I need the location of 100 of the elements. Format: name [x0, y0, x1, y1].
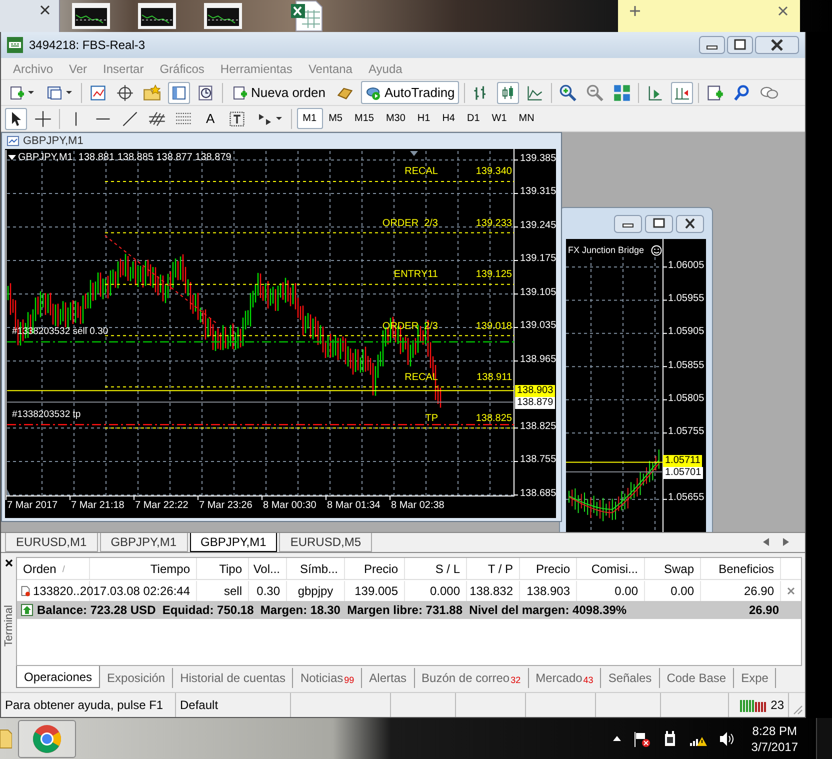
column-header[interactable]: Beneficios — [701, 558, 781, 579]
timeframe-button[interactable]: H1 — [411, 108, 436, 129]
connection-bars-icon[interactable] — [740, 698, 767, 712]
column-header[interactable]: Símb... — [287, 558, 345, 579]
account-summary: Balance: 723.28 USD Equidad: 750.18 Margen: 18.30 Margen libre: 731.88 Nivel del margen: 4098.39% — [37, 603, 627, 617]
column-header[interactable]: Orden / — [17, 558, 90, 579]
column-header[interactable]: Comisi... — [577, 558, 645, 579]
panel-title: Terminal — [2, 605, 14, 647]
timeframe-button[interactable]: M1 — [296, 108, 323, 129]
count-label: 43 — [583, 675, 594, 685]
chart-tab[interactable]: GBPJPY,M1 — [100, 533, 188, 552]
plus-document-icon — [232, 84, 248, 100]
timeframe-button[interactable]: W1 — [486, 108, 513, 129]
chart-header: GBPJPY,M1 138.881 138.885 138.877 138.879 — [18, 152, 232, 163]
price-label: 138.755 — [520, 454, 556, 466]
plus-document-icon — [9, 84, 25, 100]
price-label: 139.105 — [520, 286, 556, 298]
navigator-panel-icon[interactable] — [168, 82, 190, 104]
column-header[interactable]: Precio — [345, 558, 405, 579]
scroll-marker-icon — [7, 488, 10, 495]
table-cell: 26.90 — [744, 584, 774, 598]
maximize-icon[interactable] — [727, 36, 753, 54]
column-header[interactable]: Swap — [645, 558, 701, 579]
chart-thumbnail-icon[interactable] — [72, 3, 110, 29]
time-label: 8 Mar 02:38 — [391, 500, 444, 511]
chart-title: GBPJPY,M1 — [23, 134, 84, 147]
cursor-icon[interactable] — [5, 108, 27, 130]
chart-tab[interactable]: EURUSD,M1 — [5, 533, 98, 552]
minimize-icon[interactable] — [614, 214, 642, 232]
dropdown-icon[interactable] — [8, 154, 16, 160]
timeframe-button[interactable]: H4 — [436, 108, 461, 129]
minimize-icon[interactable] — [699, 36, 725, 54]
timeframe-button[interactable]: MN — [512, 108, 540, 129]
column-header[interactable]: S / L — [405, 558, 467, 579]
marker-icon[interactable] — [410, 150, 418, 156]
maximize-icon[interactable] — [645, 214, 673, 232]
timeframe-button[interactable]: M5 — [322, 108, 348, 129]
smiley-icon — [651, 245, 662, 256]
level-label: ENTRY11 — [394, 269, 438, 280]
panel-tab[interactable]: Operaciones — [16, 666, 100, 688]
caret-icon — [66, 91, 72, 94]
count-label: 99 — [344, 675, 354, 685]
time-label: 8 Mar 01:34 — [327, 500, 380, 511]
time-label: 7 Mar 22:22 — [135, 500, 188, 511]
chart-shift-icon[interactable] — [670, 82, 693, 104]
chart-tab[interactable]: GBPJPY,M1 — [190, 533, 278, 552]
column-header[interactable]: Tipo — [197, 558, 249, 579]
order-document-icon — [21, 584, 30, 598]
column-header[interactable]: Vol... — [249, 558, 287, 579]
column-header[interactable]: T / P — [467, 558, 520, 579]
scroll-left-icon[interactable] — [763, 538, 769, 546]
indicator-label: FX Junction Bridge — [568, 245, 644, 255]
autotrading-button[interactable]: AutoTrading — [361, 81, 459, 104]
close-icon[interactable] — [676, 214, 704, 232]
column-header[interactable]: Precio — [520, 558, 577, 579]
resize-grip-icon — [791, 703, 803, 715]
spreadsheet-file-icon[interactable] — [290, 0, 324, 32]
clock[interactable]: 8:28 PM 3/7/2017 — [751, 722, 798, 754]
timeframe-button[interactable]: M30 — [380, 108, 412, 129]
speaker-icon[interactable] — [719, 730, 736, 746]
close-icon[interactable] — [39, 4, 51, 16]
time-label: 8 Mar 00:30 — [263, 500, 316, 511]
flag-icon[interactable] — [633, 730, 652, 746]
text-tool-button[interactable]: A — [200, 107, 221, 130]
price-label: 139.245 — [520, 220, 556, 231]
table-cell: sell — [224, 584, 242, 598]
battery-plug-icon[interactable] — [663, 730, 678, 746]
caret-icon — [28, 91, 34, 94]
up-arrow-icon[interactable] — [613, 736, 622, 741]
timeframe-button[interactable]: D1 — [460, 108, 486, 129]
close-icon[interactable] — [4, 559, 12, 567]
chart-thumbnail-icon[interactable] — [204, 3, 242, 29]
total-profit: 26.90 — [748, 603, 779, 617]
table-cell: 0.30 — [256, 584, 280, 598]
level-price: 138.825 — [476, 412, 512, 424]
bid-price-tag: 1.05701 — [663, 467, 704, 480]
price-label: 1.05905 — [668, 326, 704, 338]
level-price: 138.911 — [476, 372, 512, 383]
plus-icon[interactable] — [630, 6, 640, 16]
level-label: ORDER 2/3 — [382, 218, 438, 229]
price-label: 1.05755 — [668, 426, 704, 437]
time-label: 7 Mar 2017 — [7, 500, 58, 511]
caret-icon — [276, 117, 282, 120]
chart-tab[interactable]: EURUSD,M5 — [279, 533, 372, 552]
close-icon[interactable] — [755, 36, 799, 54]
count-label: 32 — [510, 675, 521, 685]
new-order-button[interactable]: Nueva orden — [228, 81, 330, 104]
star-folder-icon[interactable] — [141, 82, 163, 104]
table-cell: 139.005 — [354, 584, 398, 598]
level-price: 139.125 — [476, 269, 512, 280]
chart-thumbnail-icon[interactable] — [138, 3, 176, 29]
column-header[interactable]: Tiempo — [90, 558, 197, 579]
level-price: 139.340 — [476, 166, 512, 178]
connection-speed: 23 — [770, 698, 784, 712]
timeframe-button[interactable]: M15 — [348, 108, 380, 129]
scroll-right-icon[interactable] — [783, 538, 789, 546]
app-logo-icon — [7, 37, 23, 53]
candlestick-icon[interactable] — [496, 82, 519, 104]
taskbar-button[interactable] — [18, 720, 76, 758]
level-price: 139.233 — [476, 218, 512, 229]
